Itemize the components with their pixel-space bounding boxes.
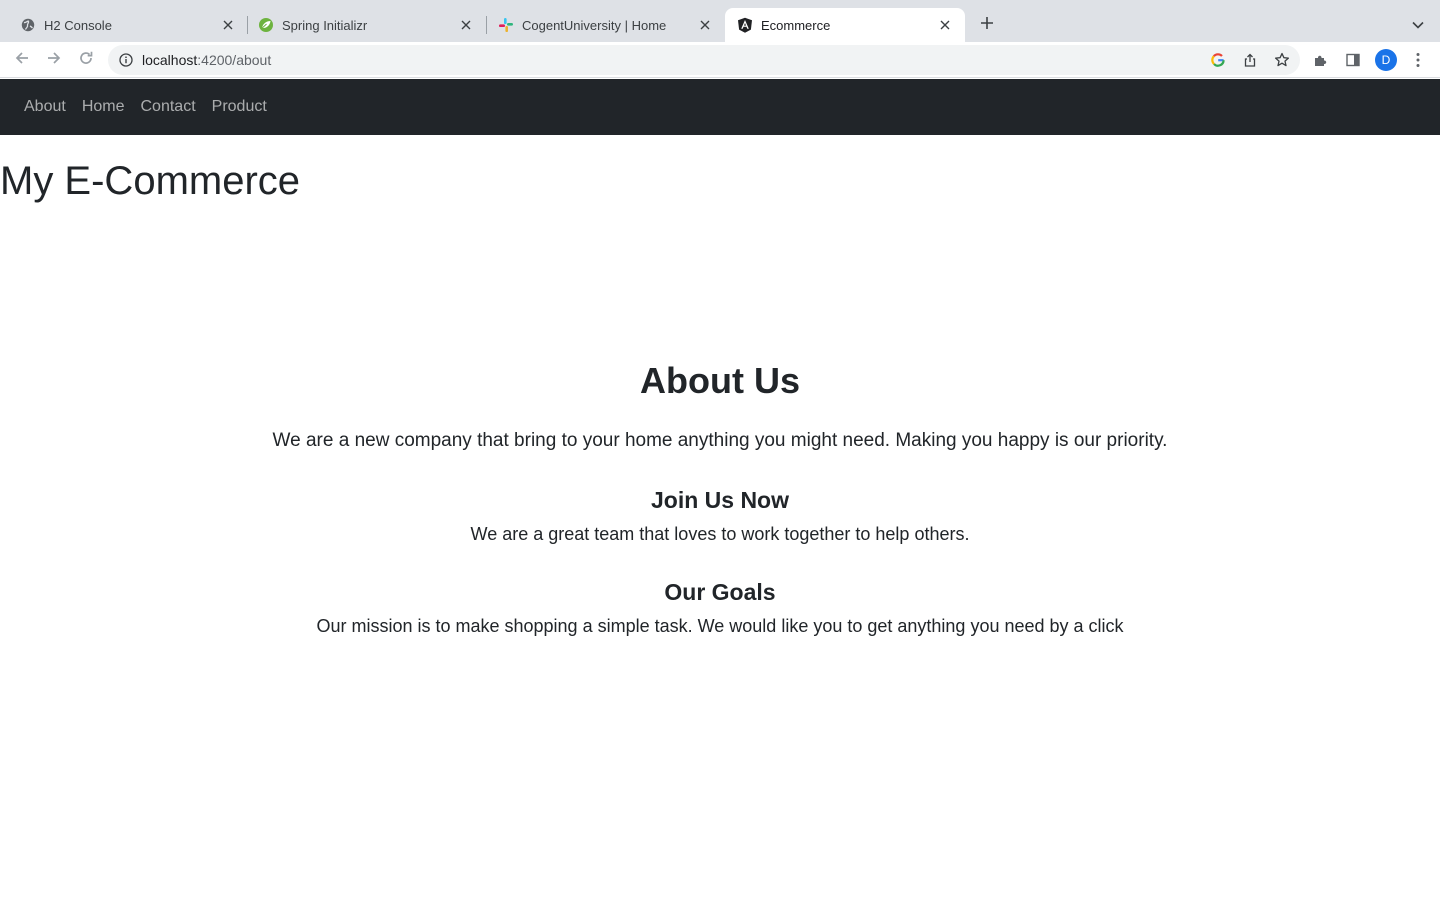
reload-button[interactable] (74, 48, 98, 72)
globe-icon (20, 17, 36, 33)
url-host: localhost (142, 52, 198, 68)
our-goals-text: Our mission is to make shopping a simple… (316, 616, 1124, 636)
info-icon[interactable] (118, 52, 134, 68)
reload-icon (78, 50, 94, 71)
share-icon[interactable] (1242, 52, 1258, 68)
tab-title: CogentUniversity | Home (522, 17, 667, 33)
nav-link-home[interactable]: Home (74, 90, 133, 124)
web-page: About Home Contact Product My E-Commerce… (0, 79, 1440, 900)
tab-title: Spring Initializr (282, 17, 368, 33)
tab-cogent-university[interactable]: CogentUniversity | Home (486, 8, 725, 42)
join-us-heading: Join Us Now (650, 487, 789, 513)
chevron-down-icon (1412, 16, 1424, 34)
side-panel-icon[interactable] (1344, 51, 1362, 69)
profile-avatar[interactable]: D (1375, 49, 1397, 71)
plus-icon (980, 16, 994, 35)
bookmark-star-icon[interactable] (1274, 52, 1290, 68)
slack-icon (498, 17, 514, 33)
forward-button[interactable] (42, 48, 66, 72)
nav-link-about[interactable]: About (16, 90, 74, 124)
url-text: localhost:4200/about (142, 52, 271, 68)
address-bar[interactable]: localhost:4200/about (108, 45, 1300, 75)
close-icon[interactable] (697, 17, 713, 33)
tab-ecommerce[interactable]: Ecommerce (725, 8, 965, 42)
page-title: My E-Commerce (0, 159, 301, 203)
extensions-icon[interactable] (1312, 51, 1330, 69)
tab-h2-console[interactable]: H2 Console (0, 8, 248, 42)
url-path: :4200/about (197, 52, 272, 68)
nav-link-contact[interactable]: Contact (133, 90, 204, 124)
browser-toolbar: localhost:4200/about D (0, 42, 1440, 78)
tab-title: Ecommerce (761, 17, 831, 33)
back-button[interactable] (10, 48, 34, 72)
new-tab-button[interactable] (975, 13, 999, 37)
tab-spring-initializr[interactable]: Spring Initializr (248, 8, 486, 42)
close-icon[interactable] (937, 17, 953, 33)
our-goals-heading: Our Goals (664, 579, 776, 605)
close-icon[interactable] (458, 17, 474, 33)
spring-icon (258, 17, 274, 33)
browser-tab-strip: H2 Console Spring Initializr CogentUnive… (0, 0, 1440, 42)
close-icon[interactable] (220, 17, 236, 33)
join-us-text: We are a great team that loves to work t… (470, 524, 970, 544)
about-lead-text: We are a new company that bring to your … (272, 430, 1168, 451)
about-heading: About Us (640, 360, 800, 401)
arrow-right-icon (46, 50, 62, 71)
tab-title: H2 Console (44, 17, 112, 33)
nav-link-product[interactable]: Product (204, 90, 275, 124)
tab-search-button[interactable] (1406, 13, 1430, 37)
angular-icon (737, 17, 753, 33)
arrow-left-icon (14, 50, 30, 71)
kebab-menu-icon[interactable] (1409, 51, 1427, 69)
about-section: About Us We are a new company that bring… (0, 359, 1440, 639)
google-lens-icon[interactable] (1210, 52, 1226, 68)
site-navbar: About Home Contact Product (0, 79, 1440, 135)
